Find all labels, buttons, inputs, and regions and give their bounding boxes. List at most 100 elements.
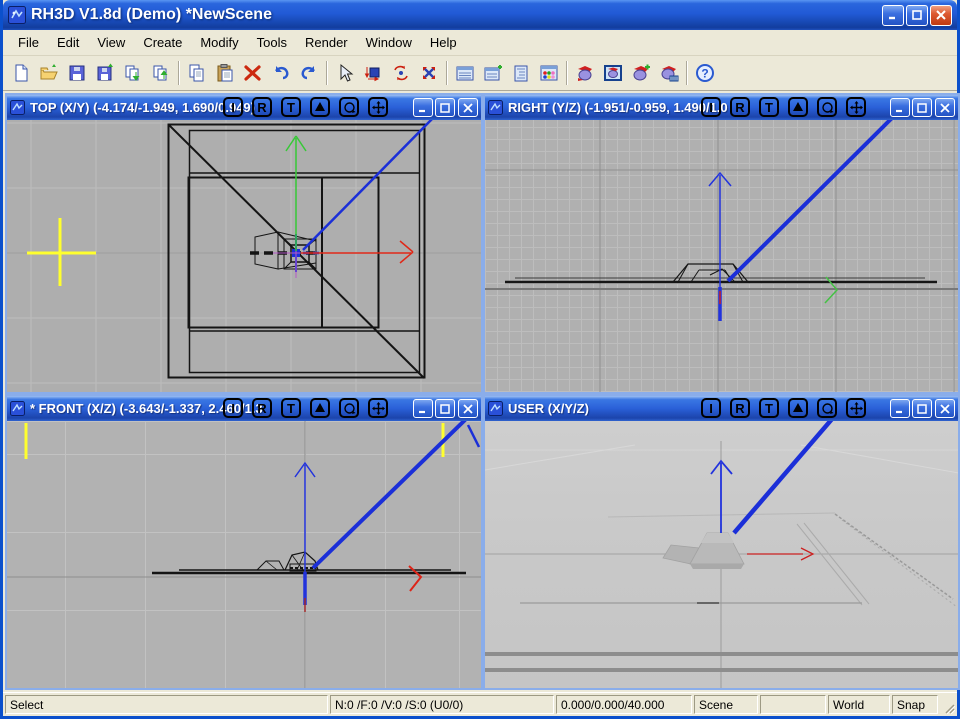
- menu-render[interactable]: Render: [296, 32, 357, 53]
- menu-help[interactable]: Help: [421, 32, 466, 53]
- vp-texture-button[interactable]: T: [759, 97, 779, 117]
- vp-info-button[interactable]: I: [701, 97, 721, 117]
- menu-create[interactable]: Create: [134, 32, 191, 53]
- top-scene: [7, 120, 481, 392]
- vp-shade-button[interactable]: [310, 398, 330, 418]
- redo-button[interactable]: [295, 60, 323, 87]
- viewport-user-canvas[interactable]: [485, 421, 958, 688]
- vp-minimize-button[interactable]: [890, 399, 910, 418]
- vp-close-button[interactable]: [458, 98, 478, 117]
- render-add-button[interactable]: [627, 60, 655, 87]
- viewport-top-titlebar[interactable]: TOP (X/Y) (-4.174/-1.949, 1.690/0.949) I…: [7, 95, 481, 120]
- vp-rotate-view-button[interactable]: [817, 398, 837, 418]
- save-button[interactable]: [63, 60, 91, 87]
- menu-window[interactable]: Window: [357, 32, 421, 53]
- vp-texture-button[interactable]: T: [281, 97, 301, 117]
- vp-minimize-button[interactable]: [413, 98, 433, 117]
- render-view-button[interactable]: [599, 60, 627, 87]
- vp-rotate-view-button[interactable]: [339, 398, 359, 418]
- vp-rotate-view-button[interactable]: [817, 97, 837, 117]
- status-extra: [760, 695, 826, 714]
- app-titlebar[interactable]: RH3D V1.8d (Demo) *NewScene: [3, 0, 957, 30]
- new-document-icon: [11, 63, 31, 83]
- minimize-button[interactable]: [882, 5, 904, 26]
- copy-icon: [187, 63, 207, 83]
- vp-minimize-button[interactable]: [890, 98, 910, 117]
- viewport-front-titlebar[interactable]: * FRONT (X/Z) (-3.643/-1.337, 2.460/1.3 …: [7, 396, 481, 421]
- save-as-button[interactable]: [91, 60, 119, 87]
- vp-close-button[interactable]: [935, 399, 955, 418]
- minimize-icon: [418, 103, 428, 113]
- vp-shade-button[interactable]: [788, 97, 808, 117]
- vp-rotate-view-button[interactable]: [339, 97, 359, 117]
- import-button[interactable]: [119, 60, 147, 87]
- help-button[interactable]: ?: [691, 60, 719, 87]
- rotate-view-icon: [343, 402, 356, 415]
- scale-button[interactable]: [415, 60, 443, 87]
- vp-info-button[interactable]: I: [223, 97, 243, 117]
- viewport-right-titlebar[interactable]: RIGHT (Y/Z) (-1.951/-0.959, 1.490/1.0 I …: [485, 95, 958, 120]
- status-scene: Scene: [694, 695, 758, 714]
- vp-pan-view-button[interactable]: [846, 97, 866, 117]
- vp-render-button[interactable]: R: [252, 398, 272, 418]
- viewport-front: * FRONT (X/Z) (-3.643/-1.337, 2.460/1.3 …: [5, 394, 483, 690]
- paste-button[interactable]: [211, 60, 239, 87]
- resize-grip[interactable]: [940, 695, 955, 714]
- undo-button[interactable]: [267, 60, 295, 87]
- new-button[interactable]: [7, 60, 35, 87]
- right-scene: [485, 120, 958, 392]
- status-space: World: [828, 695, 890, 714]
- vp-render-button[interactable]: R: [730, 398, 750, 418]
- vp-shade-button[interactable]: [788, 398, 808, 418]
- select-button[interactable]: [331, 60, 359, 87]
- vp-maximize-button[interactable]: [912, 98, 932, 117]
- viewport-top-canvas[interactable]: [7, 120, 481, 392]
- minimize-icon: [887, 9, 899, 21]
- close-button[interactable]: [930, 5, 952, 26]
- menu-tools[interactable]: Tools: [248, 32, 296, 53]
- delete-button[interactable]: [239, 60, 267, 87]
- viewport-user-titlebar[interactable]: USER (X/Y/Z) I R T: [485, 396, 958, 421]
- open-button[interactable]: [35, 60, 63, 87]
- vp-maximize-button[interactable]: [435, 399, 455, 418]
- render-object-button[interactable]: [571, 60, 599, 87]
- pan-view-icon: [850, 402, 863, 415]
- export-button[interactable]: [147, 60, 175, 87]
- rotate-button[interactable]: [387, 60, 415, 87]
- vp-pan-view-button[interactable]: [846, 398, 866, 418]
- render-animation-button[interactable]: [655, 60, 683, 87]
- viewport-front-canvas[interactable]: [7, 421, 481, 688]
- vp-minimize-button[interactable]: [413, 399, 433, 418]
- save-icon: [67, 63, 87, 83]
- menu-edit[interactable]: Edit: [48, 32, 88, 53]
- vp-maximize-button[interactable]: [912, 399, 932, 418]
- front-scene: [7, 421, 481, 688]
- hierarchy-list-button[interactable]: [507, 60, 535, 87]
- viewport-right-canvas[interactable]: [485, 120, 958, 392]
- vp-pan-view-button[interactable]: [368, 398, 388, 418]
- vp-shade-button[interactable]: [310, 97, 330, 117]
- vp-info-button[interactable]: I: [701, 398, 721, 418]
- vp-render-button[interactable]: R: [730, 97, 750, 117]
- menu-file[interactable]: File: [9, 32, 48, 53]
- vp-render-button[interactable]: R: [252, 97, 272, 117]
- vp-close-button[interactable]: [458, 399, 478, 418]
- material-palette-button[interactable]: [535, 60, 563, 87]
- vp-texture-button[interactable]: T: [281, 398, 301, 418]
- vp-pan-view-button[interactable]: [368, 97, 388, 117]
- vp-maximize-button[interactable]: [435, 98, 455, 117]
- vp-texture-button[interactable]: T: [759, 398, 779, 418]
- menu-view[interactable]: View: [88, 32, 134, 53]
- vp-close-button[interactable]: [935, 98, 955, 117]
- rotate-icon: [391, 63, 411, 83]
- move-button[interactable]: [359, 60, 387, 87]
- object-list-add-button[interactable]: [479, 60, 507, 87]
- maximize-icon: [911, 9, 923, 21]
- user-scene: [485, 421, 958, 688]
- object-list-button[interactable]: [451, 60, 479, 87]
- vp-info-button[interactable]: I: [223, 398, 243, 418]
- maximize-button[interactable]: [906, 5, 928, 26]
- menu-modify[interactable]: Modify: [191, 32, 247, 53]
- viewport-icon: [10, 100, 25, 115]
- copy-button[interactable]: [183, 60, 211, 87]
